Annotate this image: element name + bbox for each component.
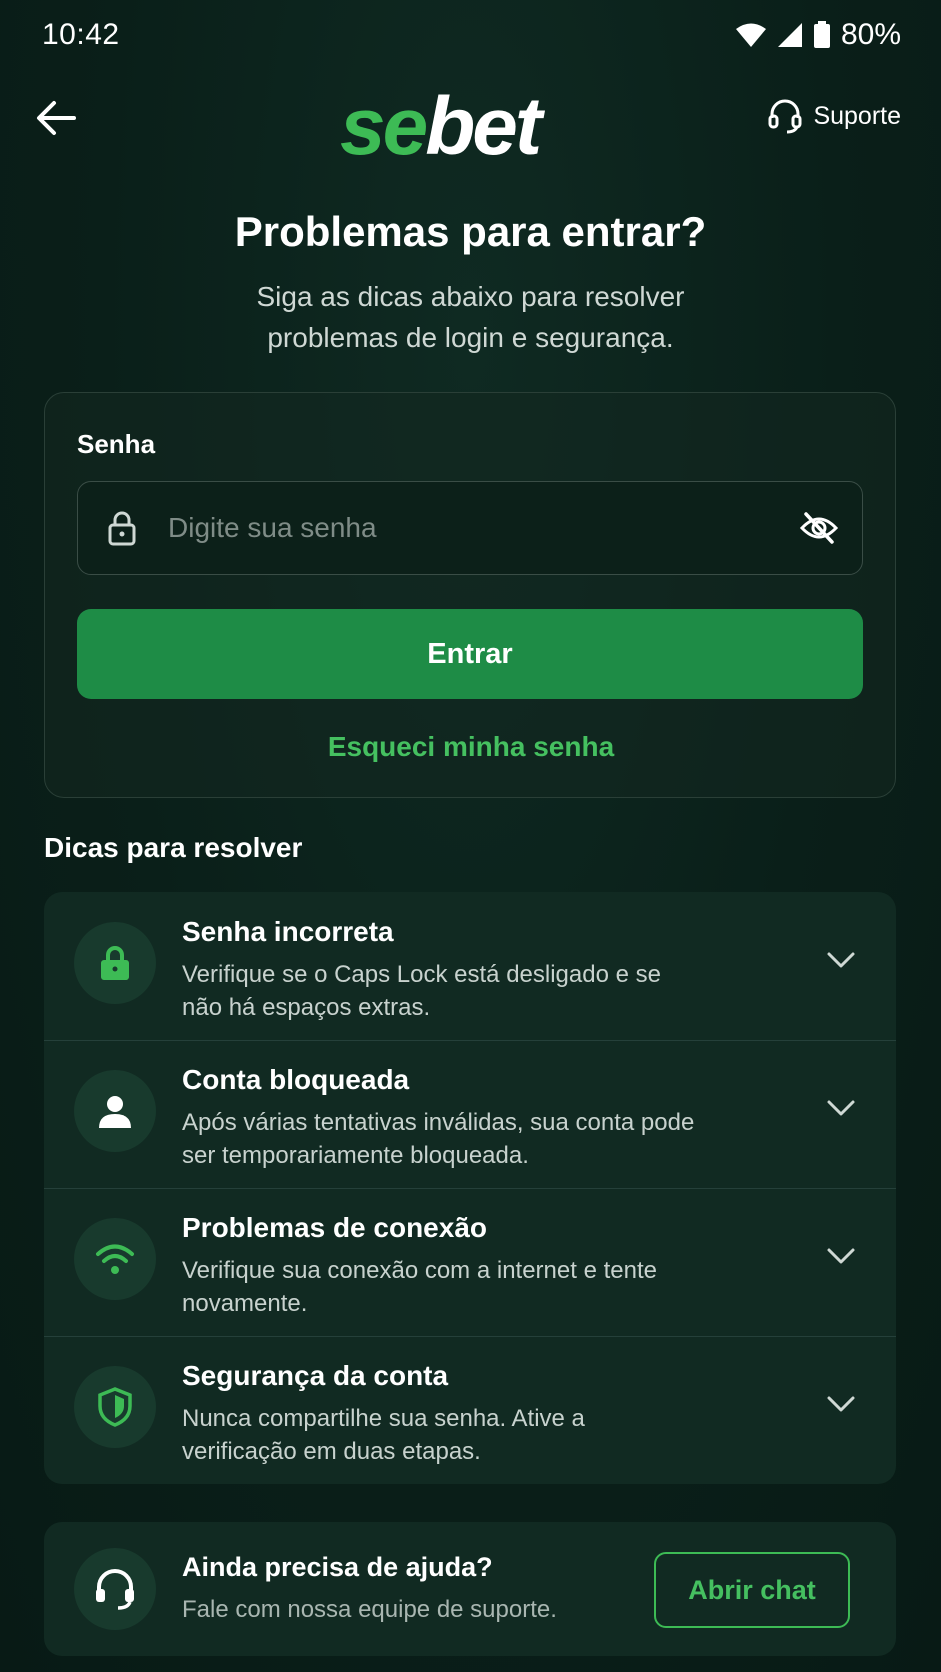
eye-off-icon[interactable] bbox=[800, 510, 838, 546]
battery-percent: 80% bbox=[840, 18, 901, 51]
tip-description: Após várias tentativas inválidas, sua co… bbox=[182, 1109, 695, 1169]
status-time: 10:42 bbox=[42, 18, 120, 51]
tip-description: Nunca compartilhe sua senha. Ative a ver… bbox=[182, 1405, 585, 1465]
password-placeholder: Digite sua senha bbox=[168, 512, 377, 543]
tips-section-title: Dicas para resolver bbox=[44, 832, 303, 863]
tip-description: Verifique sua conexão com a internet e t… bbox=[182, 1257, 657, 1317]
sebet-logo: sebet bbox=[340, 86, 542, 168]
tip-item-problemas-conexao[interactable]: Problemas de conexão Verifique sua conex… bbox=[44, 1188, 896, 1336]
chevron-down-icon bbox=[827, 1100, 855, 1116]
divider bbox=[44, 1040, 896, 1041]
tip-title: Conta bloqueada bbox=[182, 1064, 410, 1095]
battery-icon bbox=[813, 21, 830, 48]
wifi-icon bbox=[96, 1244, 134, 1274]
tips-list: Senha incorreta Verifique se o Caps Lock… bbox=[44, 892, 896, 1484]
tip-title: Senha incorreta bbox=[182, 916, 394, 947]
top-bar: sebet Suporte bbox=[0, 80, 941, 168]
help-title: Ainda precisa de ajuda? bbox=[182, 1552, 493, 1582]
page-subtitle: Siga as dicas abaixo para resolver probl… bbox=[256, 281, 685, 353]
help-description: Fale com nossa equipe de suporte. bbox=[182, 1596, 557, 1623]
logo-se: se bbox=[340, 81, 428, 172]
logo-bet: bet bbox=[425, 81, 542, 172]
tip-title: Segurança da conta bbox=[182, 1360, 449, 1391]
tip-item-seguranca-conta[interactable]: Segurança da conta Nunca compartilhe sua… bbox=[44, 1336, 896, 1484]
status-indicators: 80% bbox=[735, 18, 901, 52]
wifi-status-icon bbox=[735, 23, 766, 47]
back-button[interactable] bbox=[36, 100, 86, 140]
page-title: Problemas para entrar? bbox=[234, 208, 707, 255]
tip-icon-circle bbox=[74, 922, 156, 1004]
password-field[interactable]: Digite sua senha bbox=[77, 481, 863, 575]
headset-icon bbox=[96, 1569, 134, 1610]
tip-title: Problemas de conexão bbox=[182, 1212, 488, 1243]
help-card: Ainda precisa de ajuda? Fale com nossa e… bbox=[44, 1522, 896, 1656]
open-chat-button[interactable]: Abrir chat bbox=[654, 1552, 850, 1628]
signal-icon bbox=[777, 23, 802, 47]
divider bbox=[44, 1188, 896, 1189]
tip-icon-circle bbox=[74, 1218, 156, 1300]
user-icon bbox=[99, 1096, 131, 1128]
login-card: Senha Digite sua senha Entrar Esqueci mi… bbox=[44, 392, 896, 798]
chevron-down-icon bbox=[827, 1248, 855, 1264]
support-label: Suporte bbox=[813, 101, 901, 130]
login-button[interactable]: Entrar bbox=[77, 609, 863, 699]
arrow-left-icon bbox=[37, 101, 76, 135]
tip-item-senha-incorreta[interactable]: Senha incorreta Verifique se o Caps Lock… bbox=[44, 892, 896, 1040]
divider bbox=[44, 1336, 896, 1337]
shield-icon bbox=[98, 1387, 132, 1427]
tip-item-conta-bloqueada[interactable]: Conta bloqueada Após várias tentativas i… bbox=[44, 1040, 896, 1188]
support-link[interactable]: Suporte bbox=[767, 98, 901, 134]
help-icon-circle bbox=[74, 1548, 156, 1630]
status-bar: 10:42 80% bbox=[0, 0, 941, 70]
tip-description: Verifique se o Caps Lock está desligado … bbox=[182, 961, 661, 1021]
tip-icon-circle bbox=[74, 1366, 156, 1448]
chevron-down-icon bbox=[827, 952, 855, 968]
chevron-down-icon bbox=[827, 1396, 855, 1412]
lock-icon bbox=[101, 946, 129, 980]
lock-icon bbox=[108, 511, 136, 546]
password-label: Senha bbox=[77, 429, 156, 459]
headset-icon bbox=[768, 99, 802, 134]
tip-icon-circle bbox=[74, 1070, 156, 1152]
forgot-password-link[interactable]: Esqueci minha senha bbox=[45, 731, 897, 763]
